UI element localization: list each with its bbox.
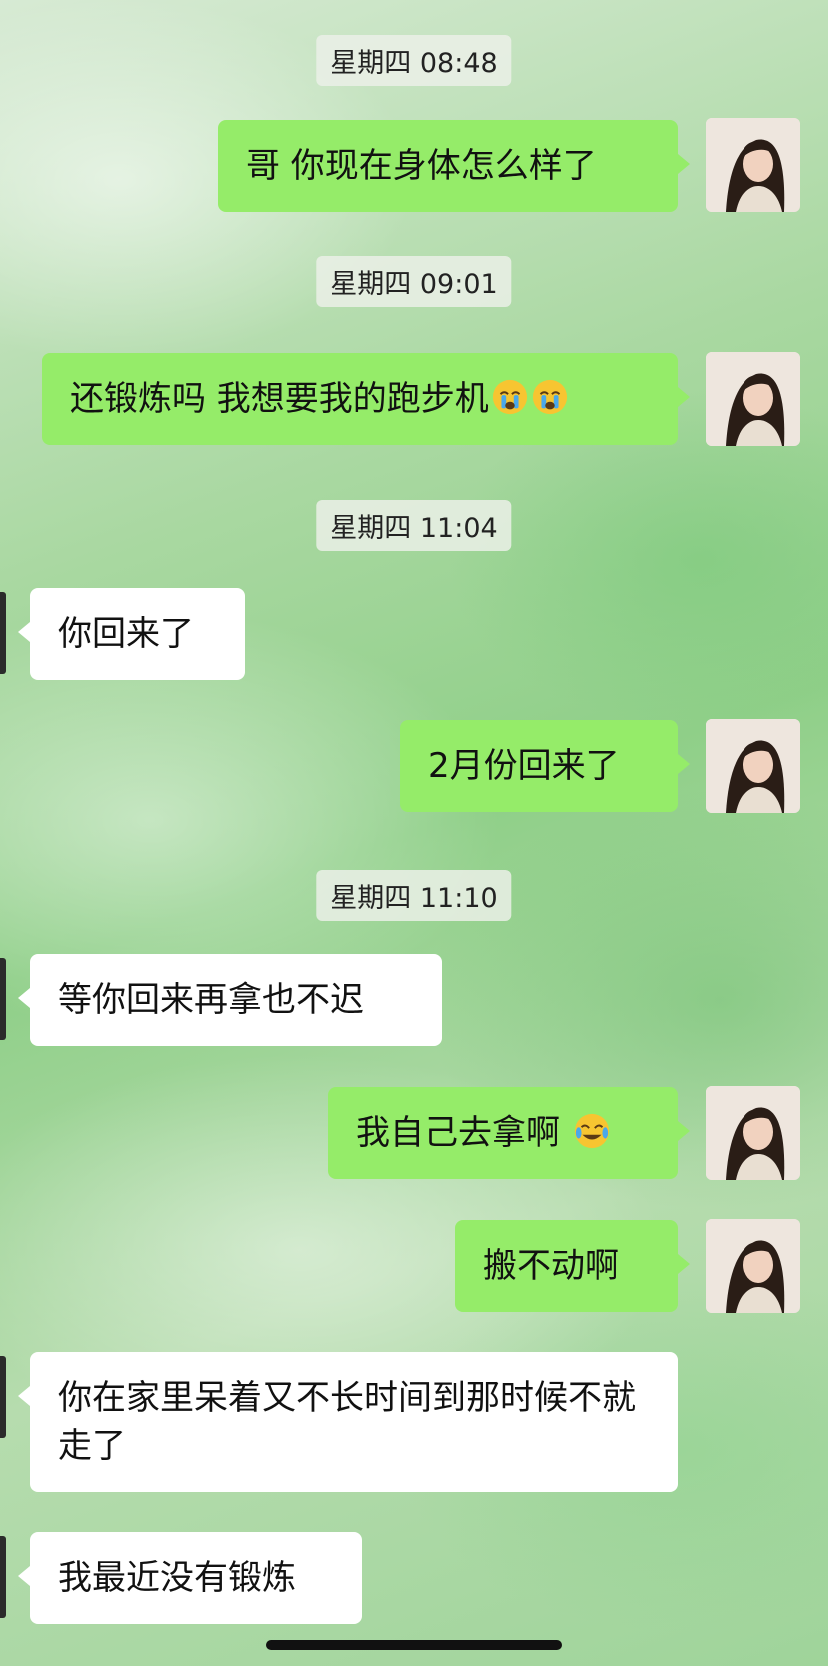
message-text: 还锻炼吗 我想要我的跑步机 [70,379,489,419]
avatar-partial [0,1536,6,1618]
timestamp: 星期四 11:04 [316,500,512,551]
message-text: 等你回来再拿也不迟 [58,980,364,1020]
message-bubble-incoming[interactable]: 等你回来再拿也不迟 [18,954,442,1046]
message-text: 搬不动啊 [483,1246,619,1286]
message-bubble-outgoing[interactable]: 搬不动啊 [455,1220,690,1312]
avatar[interactable] [706,1219,800,1313]
message-bubble-incoming[interactable]: 你在家里呆着又不长时间到那时候不就走了 [18,1352,678,1492]
avatar-partial [0,592,6,674]
message-text: 你在家里呆着又不长时间到那时候不就走了 [58,1378,636,1466]
timestamp: 星期四 11:10 [316,870,512,921]
crying-face-icon [492,379,527,415]
user-photo-icon [706,1086,800,1180]
avatar[interactable] [706,352,800,446]
user-photo-icon [706,1219,800,1313]
tears-of-joy-face-icon [574,1113,609,1149]
timestamp: 星期四 08:48 [316,35,512,86]
message-text: 我最近没有锻炼 [58,1558,296,1598]
user-photo-icon [706,352,800,446]
message-text: 2月份回来了 [428,746,620,786]
message-bubble-outgoing[interactable]: 还锻炼吗 我想要我的跑步机 [42,353,690,445]
home-indicator[interactable] [266,1640,562,1650]
user-photo-icon [706,118,800,212]
avatar-partial [0,958,6,1040]
message-bubble-incoming[interactable]: 我最近没有锻炼 [18,1532,362,1624]
message-text: 我自己去拿啊 [356,1113,571,1153]
message-text: 哥 你现在身体怎么样了 [246,146,597,186]
avatar[interactable] [706,719,800,813]
message-bubble-outgoing[interactable]: 我自己去拿啊 [328,1087,690,1179]
message-text: 你回来了 [58,614,194,654]
crying-face-icon [532,379,567,415]
message-bubble-incoming[interactable]: 你回来了 [18,588,245,680]
message-bubble-outgoing[interactable]: 哥 你现在身体怎么样了 [218,120,690,212]
avatar[interactable] [706,118,800,212]
timestamp: 星期四 09:01 [316,256,512,307]
message-bubble-outgoing[interactable]: 2月份回来了 [400,720,690,812]
user-photo-icon [706,719,800,813]
avatar-partial [0,1356,6,1438]
avatar[interactable] [706,1086,800,1180]
